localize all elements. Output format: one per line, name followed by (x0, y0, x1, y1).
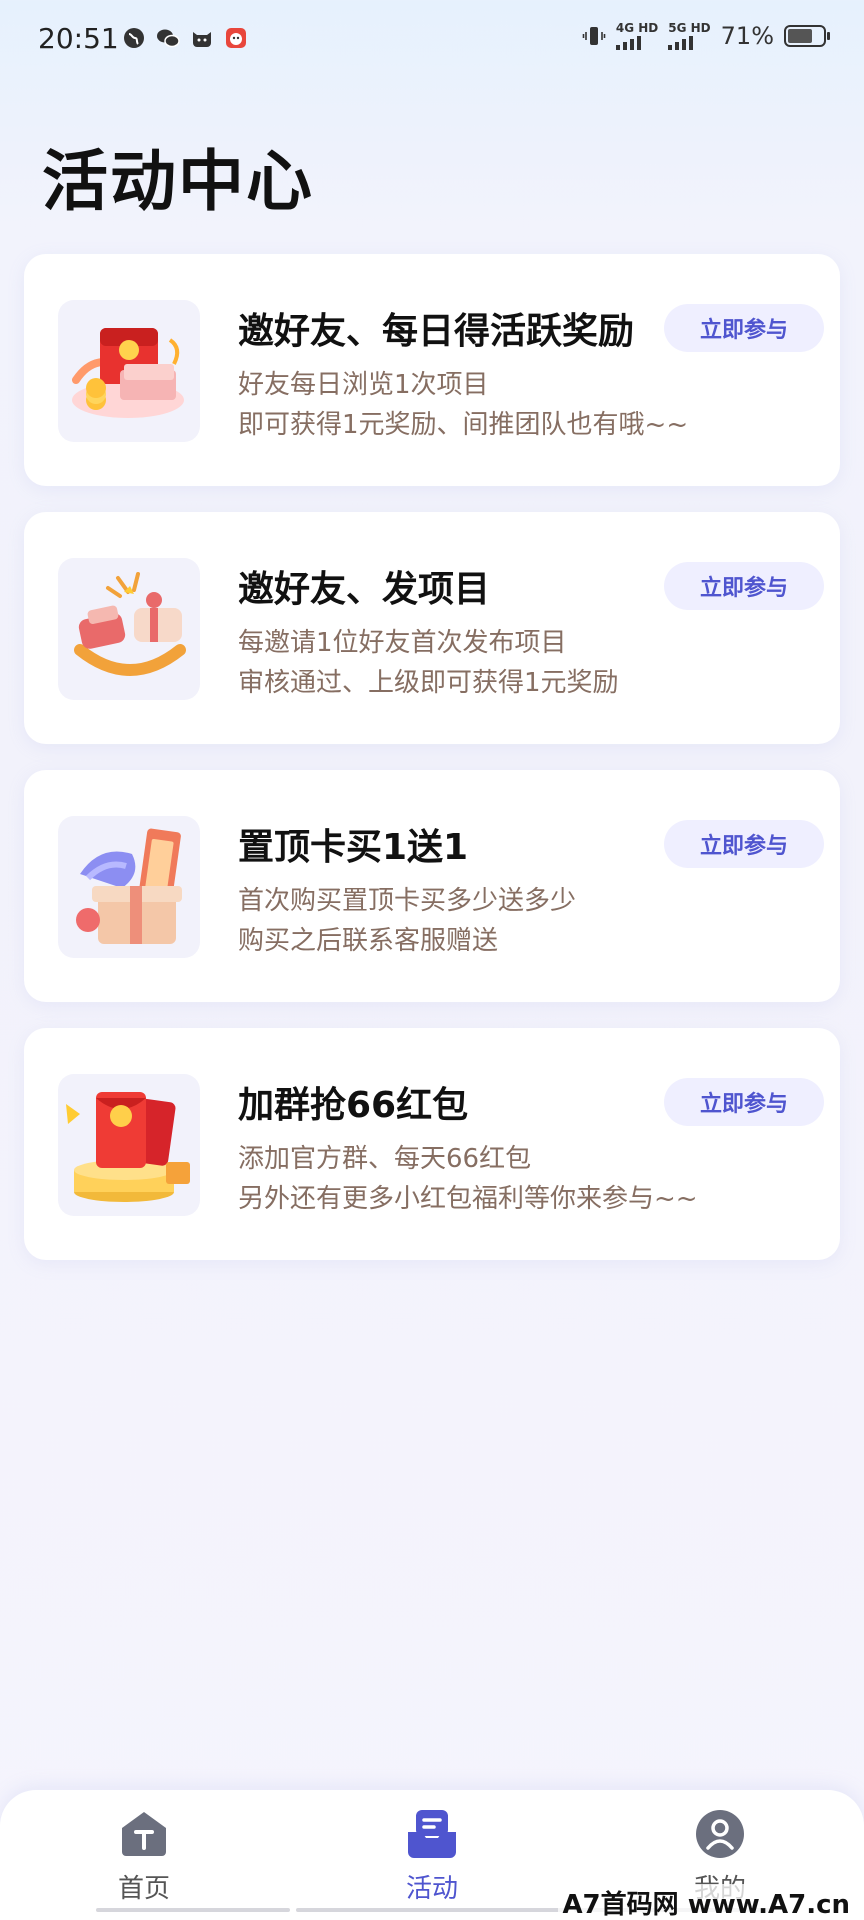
activity-card-invite-daily[interactable]: 邀好友、每日得活跃奖励 好友每日浏览1次项目 即可获得1元奖励、间推团队也有哦~… (24, 254, 840, 486)
join-button[interactable]: 立即参与 (664, 1078, 824, 1126)
activity-card-group-red-packet[interactable]: 加群抢66红包 添加官方群、每天66红包 另外还有更多小红包福利等你来参与~~ … (24, 1028, 840, 1260)
home-icon (122, 1812, 166, 1856)
activity-desc-line1: 好友每日浏览1次项目 (238, 370, 489, 400)
profile-icon (696, 1810, 744, 1858)
system-status: 4G HD 5G HD 71% (582, 21, 830, 50)
activity-desc-line1: 每邀请1位好友首次发布项目 (238, 628, 567, 658)
activity-desc-line2: 另外还有更多小红包福利等你来参与~~ (238, 1184, 698, 1214)
status-time: 20:51 (38, 22, 119, 55)
gesture-bar-segment (296, 1908, 568, 1912)
activity-desc-line1: 首次购买置顶卡买多少送多少 (238, 886, 577, 916)
battery-icon (784, 25, 830, 47)
gesture-bar-segment (96, 1908, 290, 1912)
activity-list: 邀好友、每日得活跃奖励 好友每日浏览1次项目 即可获得1元奖励、间推团队也有哦~… (24, 254, 840, 1286)
celebration-gifts-icon (58, 558, 200, 700)
globe-icon (124, 28, 144, 48)
page-title: 活动中心 (42, 143, 314, 220)
activity-inbox-icon (408, 1810, 456, 1858)
network-label-2: 5G HD (668, 21, 711, 35)
signal-bars-icon (615, 36, 658, 50)
tab-activity[interactable]: 活动 (352, 1808, 512, 1905)
activity-desc-line2: 即可获得1元奖励、间推团队也有哦~~ (238, 410, 689, 440)
join-button[interactable]: 立即参与 (664, 820, 824, 868)
battery-percent: 71% (720, 22, 774, 50)
tab-home-label: 首页 (117, 1874, 170, 1904)
red-packet-podium-icon (58, 1074, 200, 1216)
watermark: A7首码网 www.A7.cn (558, 1884, 854, 1920)
tab-activity-label: 活动 (405, 1874, 458, 1904)
activity-desc-line2: 审核通过、上级即可获得1元奖励 (238, 668, 619, 698)
activity-desc-line2: 购买之后联系客服赠送 (238, 926, 499, 956)
signal-5g: 5G HD (668, 21, 711, 50)
network-label-1: 4G HD (615, 21, 659, 35)
join-button[interactable]: 立即参与 (664, 304, 824, 352)
activity-card-invite-publish[interactable]: 邀好友、发项目 每邀请1位好友首次发布项目 审核通过、上级即可获得1元奖励 立即… (24, 512, 840, 744)
gift-box-ticket-icon (58, 816, 200, 958)
cat-app-icon (193, 32, 211, 47)
battery-fill (788, 29, 813, 43)
notification-icons (122, 26, 248, 50)
activity-title: 邀好友、每日得活跃奖励 (238, 311, 635, 352)
tab-home[interactable]: 首页 (64, 1808, 224, 1905)
activity-title: 加群抢66红包 (238, 1085, 469, 1126)
join-button[interactable]: 立即参与 (664, 562, 824, 610)
activity-title: 邀好友、发项目 (238, 569, 491, 610)
vibrate-icon (582, 27, 606, 45)
activity-title: 置顶卡买1送1 (238, 827, 469, 868)
red-envelope-coins-icon (58, 300, 200, 442)
status-bar: 20:51 4G HD 5G HD 71% (0, 0, 864, 84)
signal-4g: 4G HD (615, 21, 659, 50)
activity-desc-line1: 添加官方群、每天66红包 (238, 1144, 532, 1174)
mascot-app-icon (226, 28, 246, 48)
activity-card-top-card[interactable]: 置顶卡买1送1 首次购买置顶卡买多少送多少 购买之后联系客服赠送 立即参与 (24, 770, 840, 1002)
signal-bars-icon (668, 36, 710, 50)
wechat-icon (157, 29, 180, 48)
